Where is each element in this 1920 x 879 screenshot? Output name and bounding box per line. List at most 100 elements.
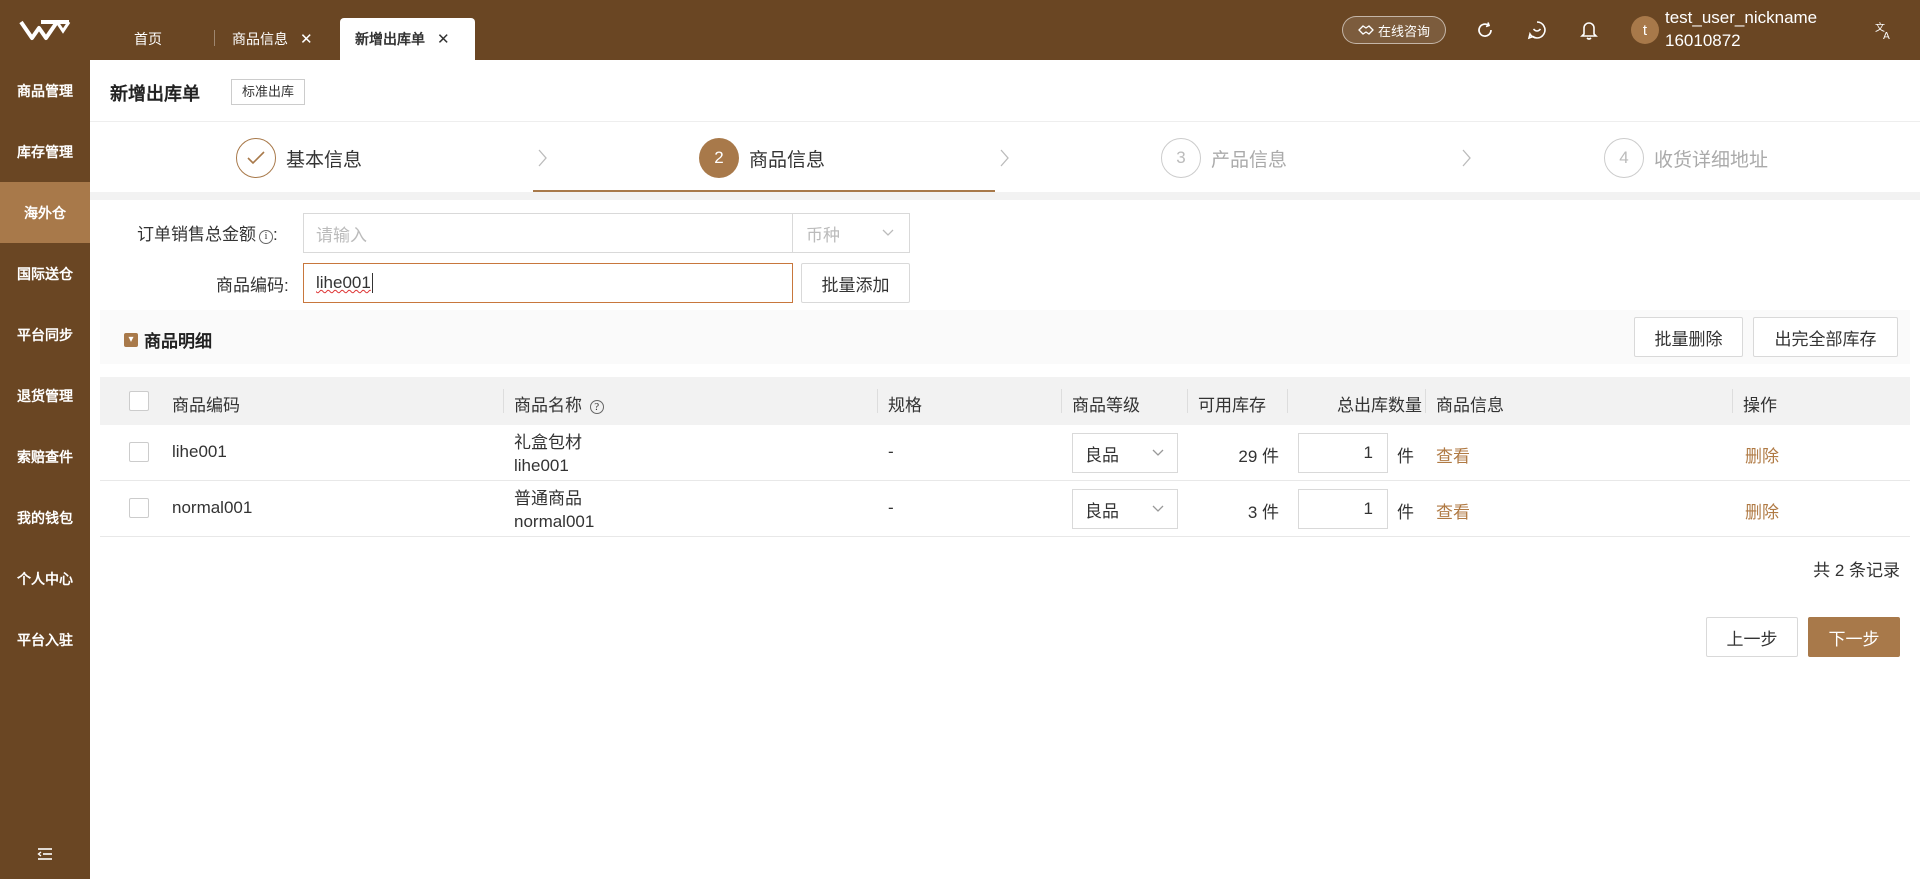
total-records: 共 2 条记录	[1813, 561, 1900, 580]
divider	[90, 192, 1920, 200]
batch-add-button[interactable]: 批量添加	[801, 263, 910, 303]
sidebar-item-claims[interactable]: 索赔查件	[0, 426, 90, 487]
avatar[interactable]: t	[1631, 16, 1659, 44]
user-nickname[interactable]: test_user_nickname	[1665, 7, 1817, 29]
collapse-icon[interactable]: ▾	[124, 332, 138, 347]
grade-select[interactable]: 良品	[1072, 433, 1178, 473]
step-product-detail-label: 产品信息	[1211, 149, 1288, 171]
sidebar-item-returns[interactable]: 退货管理	[0, 365, 90, 426]
view-info-link[interactable]: 查看	[1436, 442, 1470, 467]
column-header-code: 商品编码	[172, 396, 240, 415]
qty-input[interactable]: 1	[1298, 489, 1388, 529]
product-code-label: 商品编码:	[216, 276, 289, 295]
column-header-qty: 总出库数量	[1337, 396, 1422, 415]
refresh-icon[interactable]	[1473, 18, 1497, 42]
page-title: 新增出库单	[110, 84, 200, 104]
step-basic-info[interactable]: 基本信息	[236, 138, 362, 178]
label-colon: :	[273, 225, 278, 244]
table-row: lihe001 礼盒包材 lihe001 - 良品 29 件 1 件 查看 删除	[100, 425, 1910, 481]
table-row: normal001 普通商品 normal001 - 良品 3 件 1 件 查看…	[100, 481, 1910, 537]
select-all-checkbox[interactable]	[129, 391, 149, 411]
main-content: 新增出库单 标准出库 基本信息 2 商品信息 3 产品信息 4 收货详细地址 订…	[90, 60, 1920, 879]
bell-icon[interactable]	[1577, 18, 1601, 42]
delete-link[interactable]: 删除	[1745, 442, 1779, 467]
sidebar-item-wallet[interactable]: 我的钱包	[0, 487, 90, 548]
step-product-detail[interactable]: 3 产品信息	[1161, 138, 1287, 178]
tab-new-outbound[interactable]: 新增出库单 ✕	[340, 18, 475, 60]
tab-product-info[interactable]: 商品信息 ✕	[232, 18, 313, 60]
next-step-button[interactable]: 下一步	[1808, 617, 1900, 657]
table-header: 商品编码 商品名称 ? 规格 商品等级 可用库存 总出库数量 商品信息 操作	[100, 377, 1910, 425]
view-info-link[interactable]: 查看	[1436, 498, 1470, 523]
tab-new-outbound-label: 新增出库单	[355, 31, 425, 47]
chevron-down-icon	[1152, 449, 1164, 456]
online-consult-label: 在线咨询	[1377, 23, 1430, 39]
sidebar-item-platform-onboarding[interactable]: 平台入驻	[0, 609, 90, 670]
translate-icon[interactable]: 文A	[1872, 18, 1896, 42]
chevron-right-icon	[538, 149, 547, 167]
cell-spec: -	[888, 442, 894, 461]
chevron-down-icon	[1152, 505, 1164, 512]
cell-unit: 件	[1397, 503, 1414, 522]
cell-code: normal001	[172, 498, 253, 517]
row-checkbox[interactable]	[129, 442, 149, 462]
w-logo-icon[interactable]	[0, 0, 90, 60]
cell-name-code: normal001	[514, 512, 595, 531]
cell-unit: 件	[1397, 447, 1414, 466]
tab-home[interactable]: 首页	[134, 18, 162, 60]
section-title: ▾ 商品明细	[124, 327, 212, 352]
handshake-icon	[1358, 25, 1374, 35]
currency-select[interactable]: 币种	[792, 213, 910, 253]
outbound-type-tag: 标准出库	[231, 79, 306, 105]
close-icon[interactable]: ✕	[300, 32, 313, 47]
qty-input[interactable]: 1	[1298, 433, 1388, 473]
cell-name-code: lihe001	[514, 456, 569, 475]
row-checkbox[interactable]	[129, 498, 149, 518]
step-product-info-label: 商品信息	[749, 149, 826, 171]
column-divider	[1732, 389, 1733, 413]
sidebar-item-product-management[interactable]: 商品管理	[0, 60, 90, 121]
check-icon	[236, 138, 276, 178]
column-divider	[1287, 389, 1288, 413]
sidebar-item-overseas-warehouse[interactable]: 海外仓	[0, 182, 90, 243]
divider	[90, 121, 1920, 122]
sidebar-item-inventory-management[interactable]: 库存管理	[0, 121, 90, 182]
product-code-value: lihe001	[316, 273, 371, 292]
column-header-stock: 可用库存	[1198, 396, 1266, 415]
batch-delete-button[interactable]: 批量删除	[1634, 317, 1743, 357]
info-icon[interactable]: i	[259, 230, 273, 244]
cell-stock: 29 件	[1238, 447, 1279, 466]
column-header-grade: 商品等级	[1072, 396, 1140, 415]
close-icon[interactable]: ✕	[437, 32, 450, 47]
help-icon[interactable]: ?	[589, 400, 604, 414]
sidebar-item-profile[interactable]: 个人中心	[0, 548, 90, 609]
column-header-name: 商品名称 ?	[514, 391, 604, 416]
sidebar-item-platform-sync[interactable]: 平台同步	[0, 304, 90, 365]
column-divider	[877, 389, 878, 413]
tab-product-info-label: 商品信息	[232, 31, 288, 47]
feedback-icon[interactable]	[1525, 18, 1549, 42]
tab-divider	[214, 30, 215, 46]
cell-spec: -	[888, 498, 894, 517]
order-amount-input[interactable]: 请输入	[303, 213, 793, 253]
ship-all-stock-button[interactable]: 出完全部库存	[1753, 317, 1898, 357]
prev-step-button[interactable]: 上一步	[1706, 617, 1798, 657]
online-consult-button[interactable]: 在线咨询	[1342, 16, 1446, 44]
step-number: 3	[1161, 138, 1201, 178]
delete-link[interactable]: 删除	[1745, 498, 1779, 523]
grade-select[interactable]: 良品	[1072, 489, 1178, 529]
column-divider	[1425, 389, 1426, 413]
step-number: 2	[699, 138, 739, 178]
step-product-info[interactable]: 2 商品信息	[699, 138, 825, 178]
step-address[interactable]: 4 收货详细地址	[1604, 138, 1768, 178]
column-header-name-text: 商品名称	[514, 396, 582, 415]
step-basic-info-label: 基本信息	[286, 149, 363, 171]
cell-stock: 3 件	[1247, 503, 1279, 522]
text-cursor	[371, 273, 373, 293]
menu-collapse-icon[interactable]	[0, 839, 90, 869]
cell-name: 礼盒包材	[514, 433, 582, 452]
product-code-input[interactable]: lihe001	[303, 263, 793, 303]
user-id: 16010872	[1665, 31, 1741, 50]
sidebar: 商品管理 库存管理 海外仓 国际送仓 平台同步 退货管理 索赔查件 我的钱包 个…	[0, 0, 90, 879]
sidebar-item-international-delivery[interactable]: 国际送仓	[0, 243, 90, 304]
